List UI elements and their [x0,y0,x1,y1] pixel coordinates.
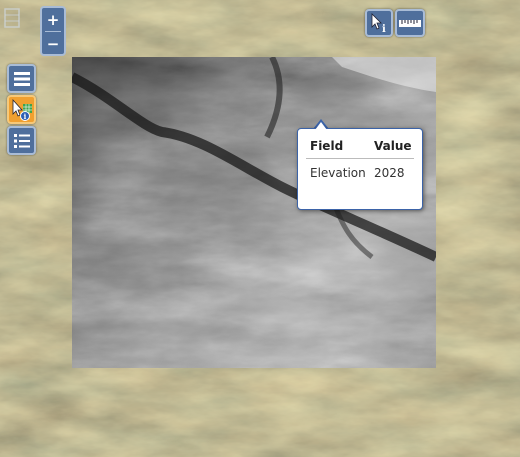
popup-field-name: Elevation [310,166,366,180]
feature-info-button[interactable]: i [7,95,36,124]
zoom-in-button[interactable]: + [42,8,64,31]
zoom-out-button[interactable]: − [42,32,64,55]
identify-button[interactable]: i [365,9,393,37]
measure-button[interactable] [395,9,425,37]
popup-header-value: Value [374,139,412,153]
elevation-layer[interactable] [72,57,436,368]
identify-cursor-icon: i [371,13,386,34]
svg-text:i: i [382,24,386,34]
popup-pointer-fill [315,122,327,130]
popup-field-value: 2028 [374,166,405,180]
svg-text:i: i [23,112,26,121]
checklist-icon [13,133,30,148]
zoom-control: + − [40,6,66,56]
overview-icon[interactable] [3,6,23,32]
menu-icon [13,71,30,86]
popup-header-field: Field [310,139,344,153]
layers-menu-button[interactable] [7,64,36,93]
feature-info-icon: i [12,98,32,121]
legend-button[interactable] [7,126,36,155]
ruler-icon [399,20,421,27]
popup-divider [306,158,414,159]
feature-popup: Field Value Elevation 2028 [297,128,423,210]
